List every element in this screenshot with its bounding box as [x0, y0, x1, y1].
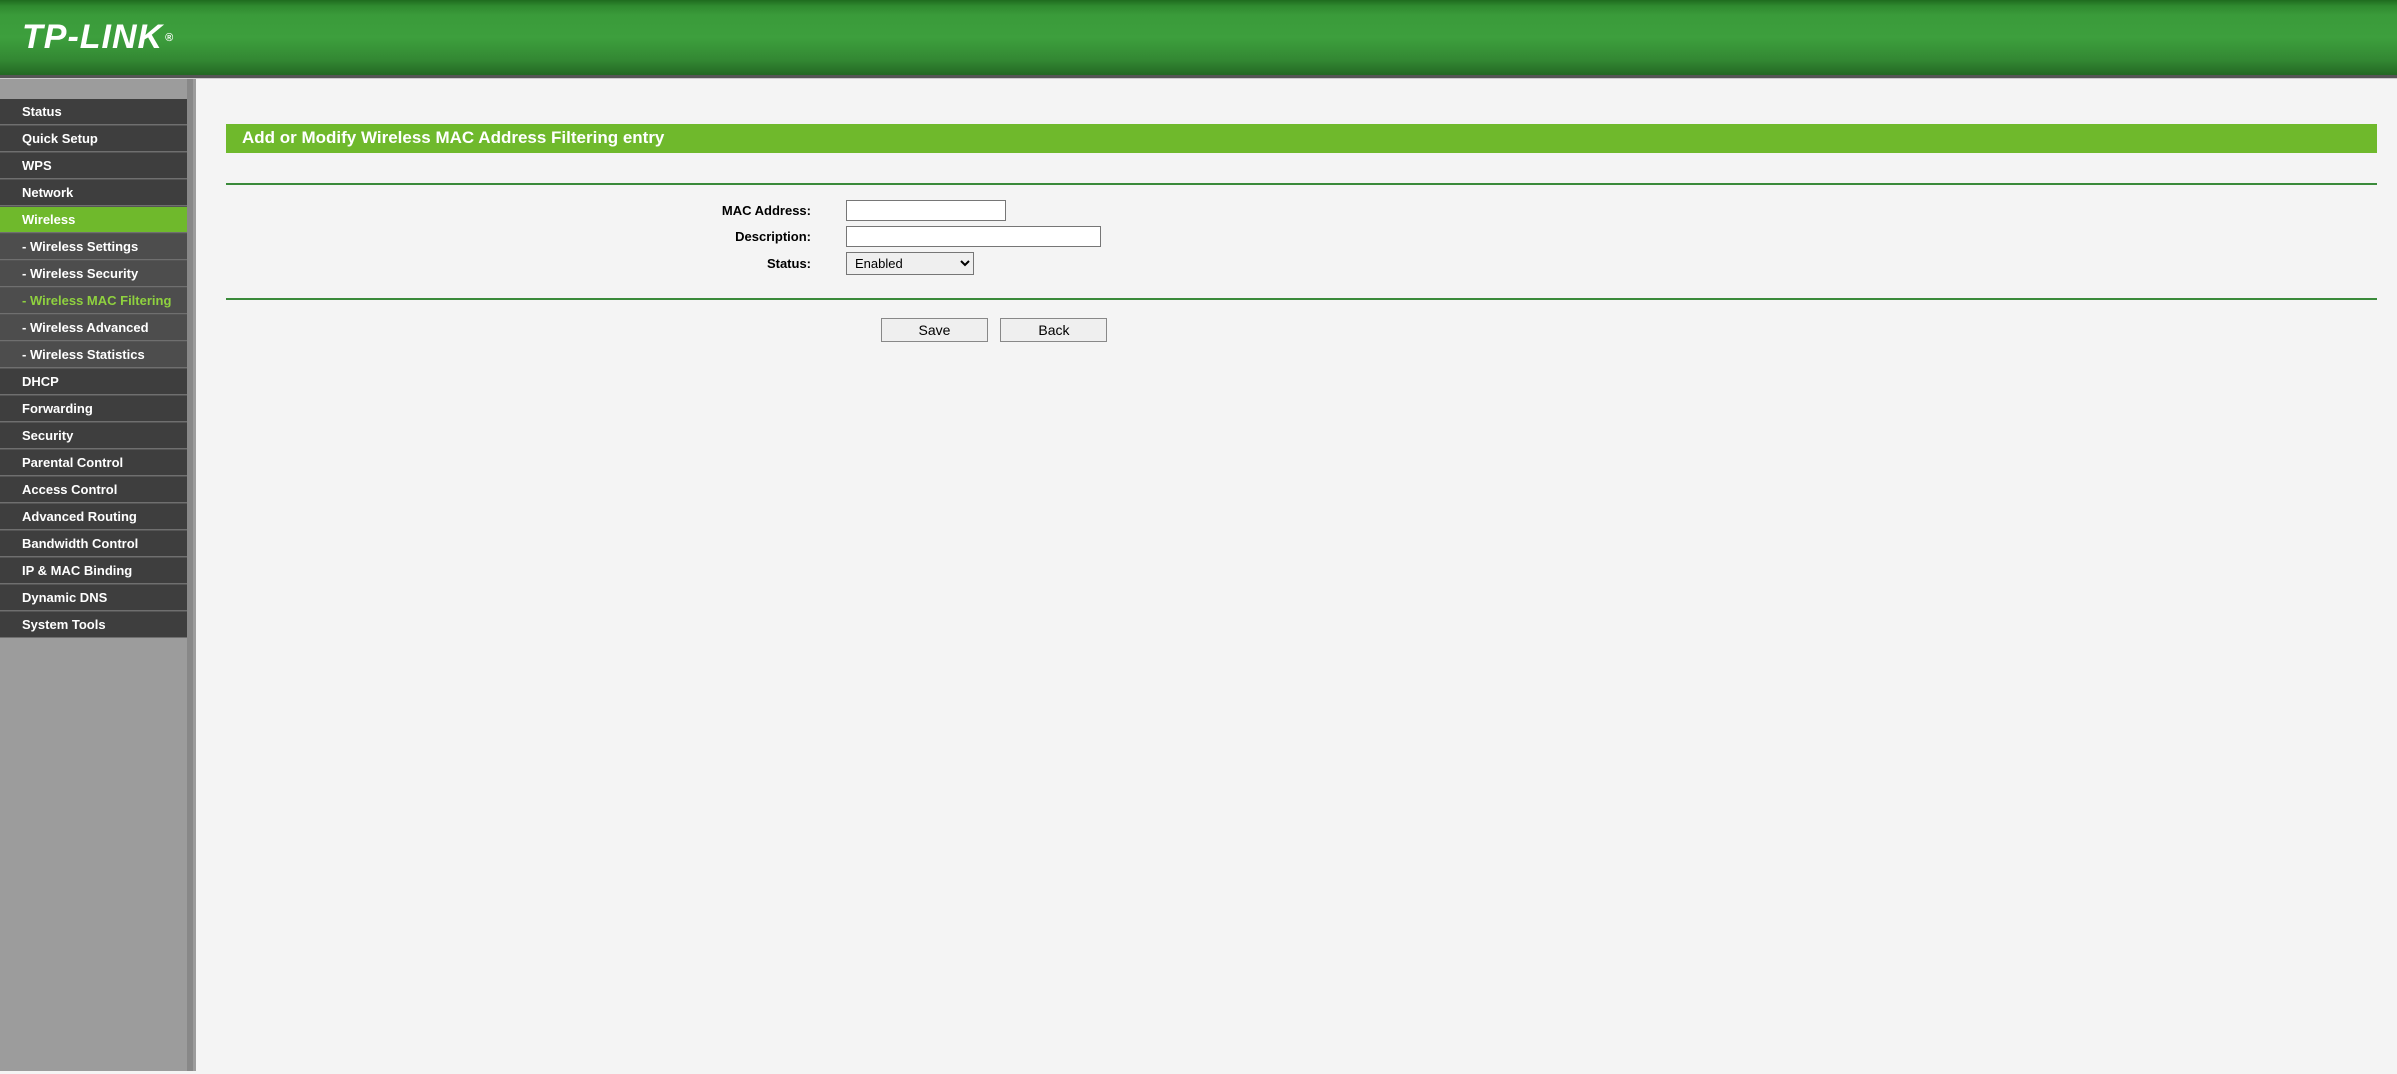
brand-text: TP-LINK: [22, 18, 163, 57]
field-row-status: Status: EnabledDisabled: [226, 252, 2377, 275]
sidebar-item-10[interactable]: DHCP: [0, 368, 187, 395]
description-label: Description:: [226, 229, 846, 244]
sidebar-item-17[interactable]: IP & MAC Binding: [0, 557, 187, 584]
sidebar: StatusQuick SetupWPSNetworkWireless- Wir…: [0, 79, 193, 1071]
sidebar-item-15[interactable]: Advanced Routing: [0, 503, 187, 530]
sidebar-subitem-9[interactable]: - Wireless Statistics: [0, 341, 187, 368]
content-area: Add or Modify Wireless MAC Address Filte…: [196, 79, 2397, 1071]
sidebar-item-12[interactable]: Security: [0, 422, 187, 449]
sidebar-item-18[interactable]: Dynamic DNS: [0, 584, 187, 611]
mac-address-input[interactable]: [846, 200, 1006, 221]
sidebar-subitem-6[interactable]: - Wireless Security: [0, 260, 187, 287]
sidebar-item-1[interactable]: Quick Setup: [0, 125, 187, 152]
save-button[interactable]: Save: [881, 318, 988, 342]
sidebar-item-13[interactable]: Parental Control: [0, 449, 187, 476]
sidebar-item-4[interactable]: Wireless: [0, 206, 187, 233]
field-row-mac: MAC Address:: [226, 200, 2377, 221]
mac-label: MAC Address:: [226, 203, 846, 218]
header: TP-LINK®: [0, 0, 2397, 78]
mac-input-wrap: [846, 200, 1006, 221]
sidebar-item-2[interactable]: WPS: [0, 152, 187, 179]
sidebar-subitem-7[interactable]: - Wireless MAC Filtering: [0, 287, 187, 314]
back-button[interactable]: Back: [1000, 318, 1107, 342]
sidebar-subitem-5[interactable]: - Wireless Settings: [0, 233, 187, 260]
fields: MAC Address: Description: Status: Enable…: [226, 185, 2377, 298]
status-select[interactable]: EnabledDisabled: [846, 252, 974, 275]
divider-bottom: [226, 298, 2377, 300]
sidebar-item-16[interactable]: Bandwidth Control: [0, 530, 187, 557]
page-title: Add or Modify Wireless MAC Address Filte…: [226, 124, 2377, 153]
status-input-wrap: EnabledDisabled: [846, 252, 974, 275]
main-layout: StatusQuick SetupWPSNetworkWireless- Wir…: [0, 78, 2397, 1071]
status-label: Status:: [226, 256, 846, 271]
sidebar-item-11[interactable]: Forwarding: [0, 395, 187, 422]
sidebar-item-3[interactable]: Network: [0, 179, 187, 206]
brand-logo: TP-LINK®: [22, 18, 174, 57]
sidebar-subitem-8[interactable]: - Wireless Advanced: [0, 314, 187, 341]
description-input-wrap: [846, 226, 1101, 247]
button-row: Save Back: [226, 318, 2377, 342]
registered-mark: ®: [165, 32, 174, 44]
form-area: MAC Address: Description: Status: Enable…: [226, 183, 2377, 342]
field-row-description: Description:: [226, 226, 2377, 247]
sidebar-item-0[interactable]: Status: [0, 99, 187, 125]
sidebar-item-19[interactable]: System Tools: [0, 611, 187, 638]
description-input[interactable]: [846, 226, 1101, 247]
sidebar-item-14[interactable]: Access Control: [0, 476, 187, 503]
